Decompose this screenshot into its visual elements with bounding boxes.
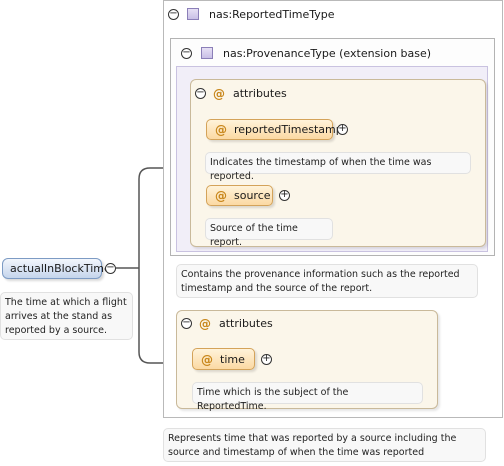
at-sign-icon: @ <box>201 353 213 367</box>
at-sign-icon: @ <box>215 123 227 137</box>
attribute-name: source <box>234 189 271 202</box>
attributes-collapse-toggle[interactable]: − <box>181 318 192 329</box>
attribute-reportedTimestamp[interactable]: @ reportedTimestamp <box>206 119 343 140</box>
element-name: actualInBlockTime <box>10 262 111 275</box>
attributes-collapse-toggle[interactable]: − <box>195 88 206 99</box>
doc-text: The time at which a flight arrives at th… <box>5 297 127 336</box>
attribute-name: time <box>220 353 245 366</box>
extension-collapse-toggle[interactable]: − <box>181 48 192 59</box>
element-actualInBlockTime[interactable]: actualInBlockTime <box>2 258 111 279</box>
complex-type-icon <box>187 8 199 20</box>
doc-text: Contains the provenance information such… <box>181 269 460 294</box>
element-doc: The time at which a flight arrives at th… <box>0 292 133 340</box>
attribute-source[interactable]: @ source <box>206 185 273 206</box>
complex-type-icon <box>201 47 213 59</box>
extension-name: nas:ProvenanceType (extension base) <box>223 47 432 60</box>
plus-circle-icon[interactable]: + <box>337 124 348 135</box>
at-sign-icon: @ <box>215 189 227 203</box>
attribute-name: reportedTimestamp <box>234 123 343 136</box>
type-doc: Represents time that was reported by a s… <box>163 428 486 462</box>
attribute-doc: Time which is the subject of the Reporte… <box>192 382 423 412</box>
attribute-time[interactable]: @ time <box>192 348 255 370</box>
type-collapse-toggle[interactable]: − <box>168 9 179 20</box>
attribute-doc: Indicates the timestamp of when the time… <box>205 152 471 182</box>
attribute-doc: Source of the time report. <box>205 218 333 248</box>
at-sign-icon: @ <box>213 87 225 101</box>
element-collapse-toggle[interactable]: − <box>105 263 116 274</box>
plus-circle-icon[interactable]: + <box>261 354 272 365</box>
attributes-label: attributes <box>233 87 287 100</box>
plus-circle-icon[interactable]: + <box>279 190 290 201</box>
attributes-label: attributes <box>219 317 273 330</box>
at-sign-icon: @ <box>199 317 211 331</box>
type-name: nas:ReportedTimeType <box>209 8 335 21</box>
extension-doc: Contains the provenance information such… <box>176 264 478 298</box>
doc-text: Represents time that was reported by a s… <box>168 433 457 458</box>
